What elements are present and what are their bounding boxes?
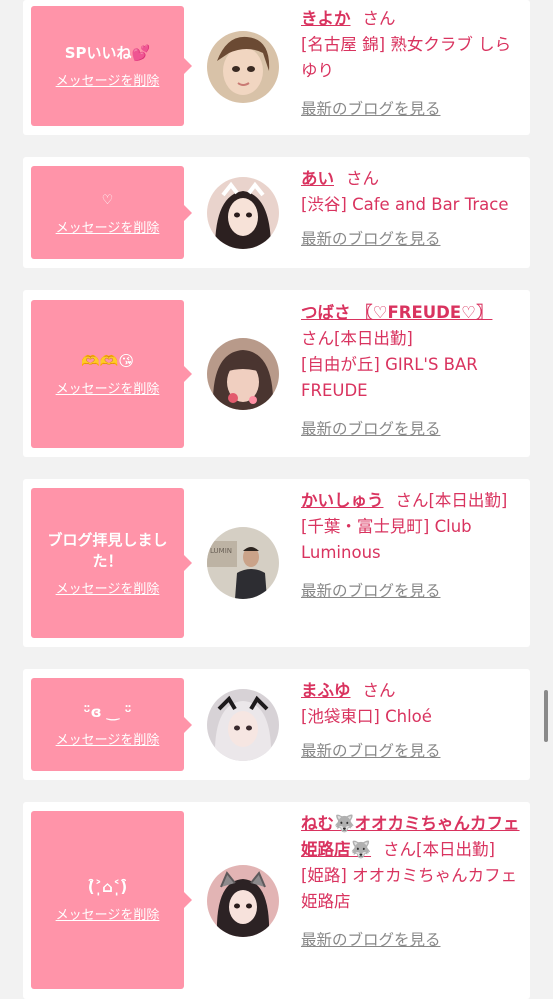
profile-name-link[interactable]: まふゆ xyxy=(301,681,351,700)
message-bubble: ブログ拝見しました！ メッセージを削除 xyxy=(31,488,192,638)
delete-message-link[interactable]: メッセージを削除 xyxy=(56,578,160,597)
honorific: さん xyxy=(395,491,429,510)
latest-blog-link[interactable]: 最新のブログを見る xyxy=(301,226,441,252)
message-text: ᵕ̈ɞ ‿ ᵕ̈ xyxy=(83,702,132,721)
avatar[interactable] xyxy=(207,865,279,937)
profile-info: かいしゅう さん[本日出勤] [千葉・富士見町] Club Luminous 最新… xyxy=(301,488,523,604)
delete-message-link[interactable]: メッセージを削除 xyxy=(56,729,160,748)
working-today-badge: [本日出勤] xyxy=(428,491,508,510)
profile-info: きよか さん [名古屋 錦] 熟女クラブ しらゆり 最新のブログを見る xyxy=(301,6,523,122)
honorific: さん xyxy=(362,681,396,700)
notification-card: ♡ メッセージを削除 あい さん [渋谷] Cafe and Bar Trace … xyxy=(23,157,530,268)
shop-name: [渋谷] Cafe and Bar Trace xyxy=(301,195,509,214)
shop-name: [千葉・富士見町] Club Luminous xyxy=(301,517,472,562)
scrollbar[interactable] xyxy=(544,690,548,742)
profile-info: つばさ 〖♡FREUDE♡〗 さん[本日出勤] [自由が丘] GIRL'S BA… xyxy=(301,300,523,442)
latest-blog-link[interactable]: 最新のブログを見る xyxy=(301,738,441,764)
shop-name: [池袋東口] Chloé xyxy=(301,707,432,726)
honorific: さん xyxy=(346,169,379,188)
message-text: SPいいね💕 xyxy=(64,44,151,62)
profile-info: あい さん [渋谷] Cafe and Bar Trace 最新のブログを見る xyxy=(301,166,523,252)
profile-info: まふゆ さん [池袋東口] Chloé 最新のブログを見る xyxy=(301,678,523,764)
message-text: 🫶🫶😘 xyxy=(81,352,134,370)
shop-name: [名古屋 錦] 熟女クラブ しらゆり xyxy=(301,35,512,80)
message-bubble: (͒˃̩̩⌂˂̩̩)͒ メッセージを削除 xyxy=(31,811,192,989)
message-bubble: ♡ メッセージを削除 xyxy=(31,166,192,259)
message-bubble: ᵕ̈ɞ ‿ ᵕ̈ メッセージを削除 xyxy=(31,678,192,771)
shop-name: [自由が丘] GIRL'S BAR FREUDE xyxy=(301,355,478,400)
profile-name-link[interactable]: あい xyxy=(301,169,334,188)
notification-card: ブログ拝見しました！ メッセージを削除 LUMIN かいしゅう さん[本日出勤] … xyxy=(23,479,530,647)
profile-info: ねむ🐺オオカミちゃんカフェ姫路店🐺 さん[本日出勤] [姫路] オオカミちゃんカフ… xyxy=(301,811,523,953)
profile-name-link[interactable]: きよか xyxy=(301,9,351,28)
latest-blog-link[interactable]: 最新のブログを見る xyxy=(301,927,441,953)
message-text: ブログ拝見しました！ xyxy=(47,530,168,570)
delete-message-link[interactable]: メッセージを削除 xyxy=(56,70,160,89)
notification-card: ᵕ̈ɞ ‿ ᵕ̈ メッセージを削除 まふゆ さん [池袋東口] Chloé 最新の… xyxy=(23,669,530,780)
latest-blog-link[interactable]: 最新のブログを見る xyxy=(301,416,441,442)
shop-name: [姫路] オオカミちゃんカフェ姫路店 xyxy=(301,866,518,911)
avatar[interactable] xyxy=(207,177,279,249)
latest-blog-link[interactable]: 最新のブログを見る xyxy=(301,96,441,122)
honorific: さん xyxy=(383,840,417,859)
delete-message-link[interactable]: メッセージを削除 xyxy=(56,217,160,236)
delete-message-link[interactable]: メッセージを削除 xyxy=(56,904,160,923)
message-text: (͒˃̩̩⌂˂̩̩)͒ xyxy=(87,878,128,896)
message-bubble: SPいいね💕 メッセージを削除 xyxy=(31,6,192,126)
message-bubble: 🫶🫶😘 メッセージを削除 xyxy=(31,300,192,448)
working-today-badge: [本日出勤] xyxy=(416,840,495,859)
notification-card: SPいいね💕 メッセージを削除 きよか さん [名古屋 錦] 熟女クラブ しらゆり… xyxy=(23,0,530,135)
message-text: ♡ xyxy=(101,192,114,208)
svg-text:LUMIN: LUMIN xyxy=(210,547,232,555)
delete-message-link[interactable]: メッセージを削除 xyxy=(56,378,160,397)
honorific: さん xyxy=(362,9,396,28)
notification-card: 🫶🫶😘 メッセージを削除 つばさ 〖♡FREUDE♡〗 さん[本日出勤] [自由… xyxy=(23,290,530,457)
profile-name-link[interactable]: つばさ 〖♡FREUDE♡〗 xyxy=(301,303,492,322)
avatar[interactable] xyxy=(207,31,279,103)
working-today-badge: [本日出勤] xyxy=(334,329,413,348)
honorific: さん xyxy=(301,329,334,348)
avatar[interactable] xyxy=(207,338,279,410)
profile-name-link[interactable]: かいしゅう xyxy=(301,491,384,510)
avatar[interactable]: LUMIN xyxy=(207,527,279,599)
latest-blog-link[interactable]: 最新のブログを見る xyxy=(301,578,441,604)
notification-card: (͒˃̩̩⌂˂̩̩)͒ メッセージを削除 ねむ🐺オオカミちゃんカフェ姫路店🐺 さん… xyxy=(23,802,530,999)
avatar[interactable] xyxy=(207,689,279,761)
